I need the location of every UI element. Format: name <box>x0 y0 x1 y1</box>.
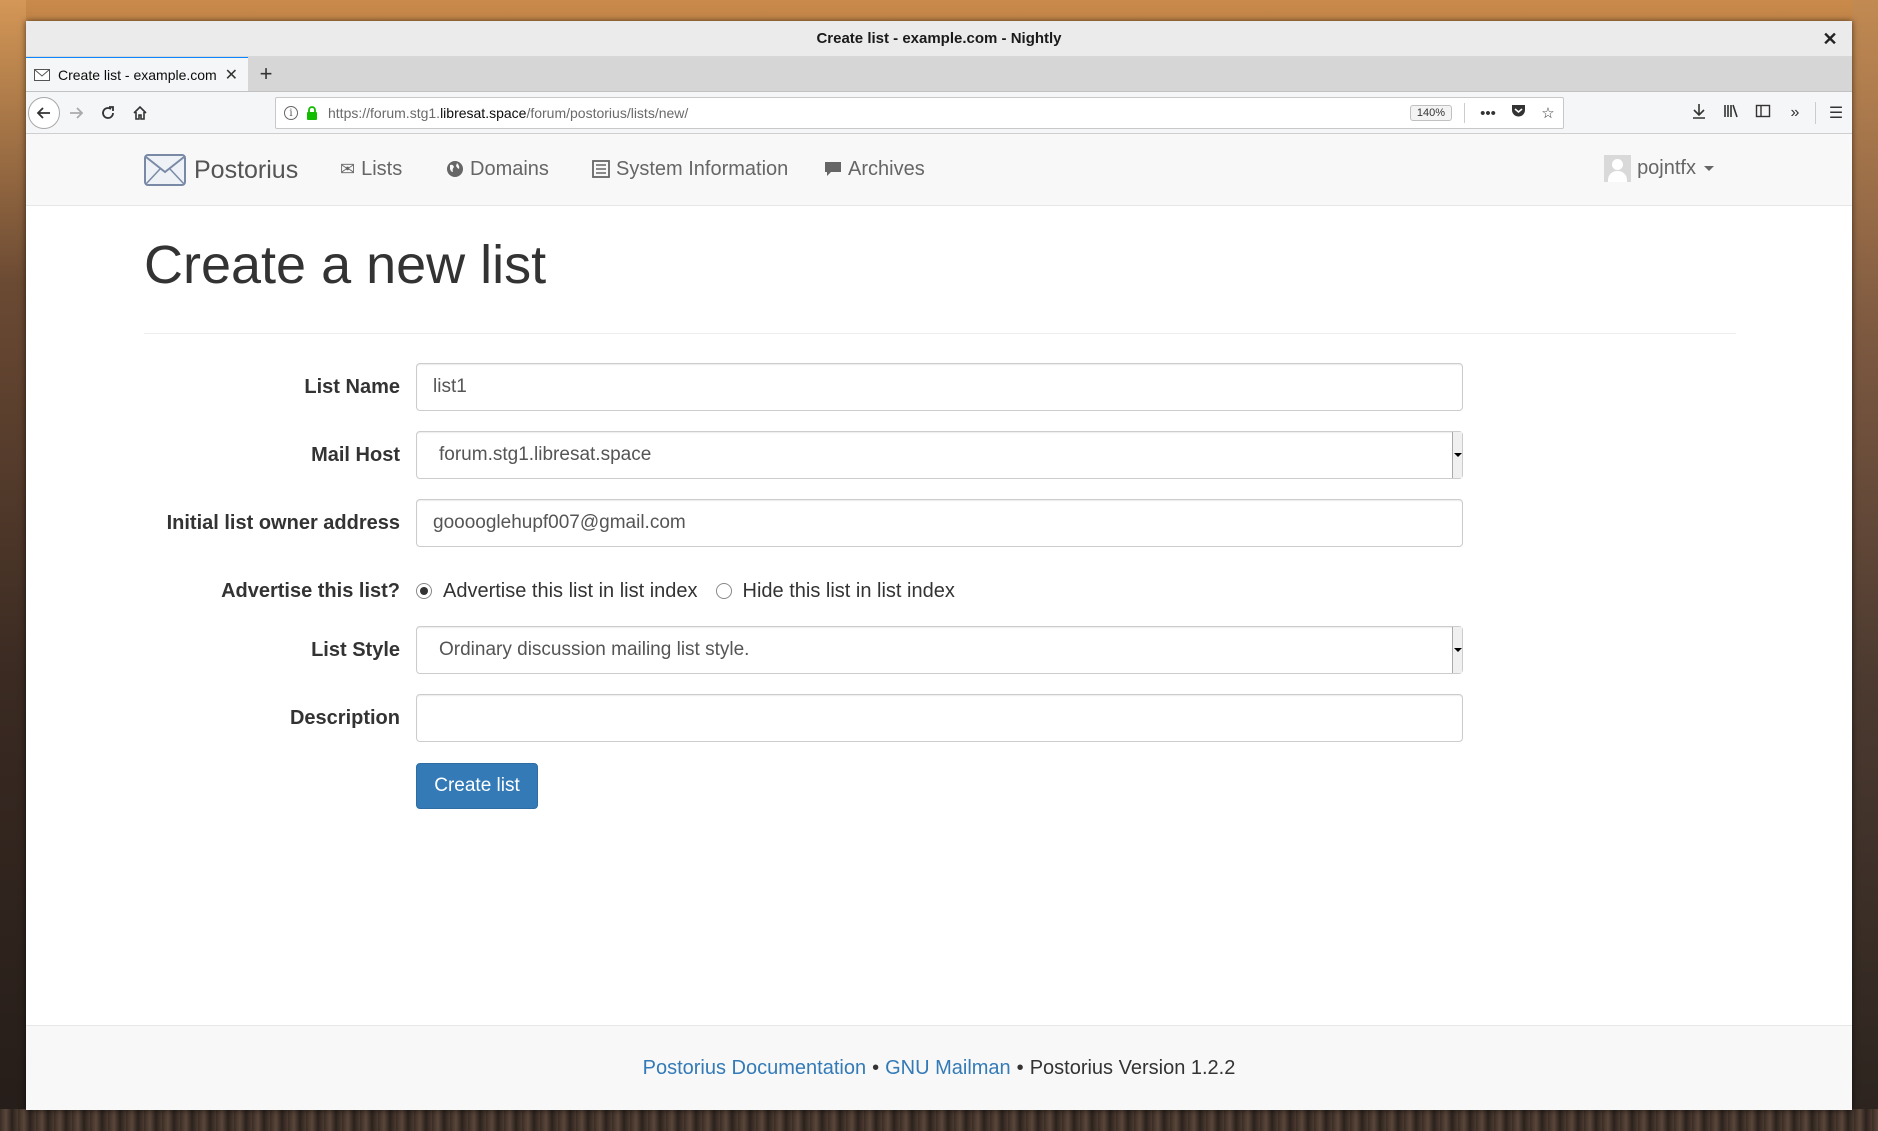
create-list-button[interactable]: Create list <box>416 763 538 809</box>
reload-button[interactable] <box>92 97 124 129</box>
postorius-docs-link[interactable]: Postorius Documentation <box>643 1057 866 1080</box>
url-text[interactable]: https://forum.stg1.libresat.space/forum/… <box>328 105 1410 121</box>
window-title: Create list - example.com - Nightly <box>816 30 1062 47</box>
list-alt-icon <box>592 160 610 178</box>
tab-close-icon[interactable]: ✕ <box>221 65 242 85</box>
tab-title: Create list - example.com <box>58 66 217 83</box>
nav-system-information-label: System Information <box>616 157 789 180</box>
advertise-radio[interactable] <box>416 583 432 599</box>
title-divider <box>144 333 1736 334</box>
url-prefix: https://forum.stg1. <box>328 105 441 121</box>
list-name-row: List Name list1 <box>26 363 1852 411</box>
desktop-background-right <box>1852 0 1878 1131</box>
footer-separator: • <box>872 1056 880 1079</box>
globe-icon <box>447 161 463 177</box>
brand-name: Postorius <box>194 155 299 184</box>
url-path: /forum/postorius/lists/new/ <box>526 105 689 121</box>
page-actions-icon[interactable]: ••• <box>1473 105 1503 122</box>
page-title: Create a new list <box>144 235 547 295</box>
list-style-row: List Style Ordinary discussion mailing l… <box>26 626 1852 674</box>
user-dropdown[interactable]: pojntfx <box>1604 152 1714 184</box>
nav-domains-label: Domains <box>470 157 549 180</box>
arrow-left-icon <box>36 106 50 119</box>
comment-icon <box>825 162 841 176</box>
lock-icon[interactable] <box>306 106 318 120</box>
back-button[interactable] <box>28 96 60 129</box>
toolbar-separator <box>1815 102 1816 124</box>
home-icon <box>133 105 147 120</box>
gnu-mailman-link[interactable]: GNU Mailman <box>885 1057 1011 1080</box>
hide-radio[interactable] <box>715 583 732 599</box>
arrow-right-icon <box>70 106 84 119</box>
downloads-icon[interactable] <box>1683 103 1715 124</box>
submit-row: Create list <box>26 763 1852 811</box>
desktop-background-bottom <box>0 1109 1878 1131</box>
select-arrow-icon[interactable] <box>1452 432 1462 478</box>
pocket-icon[interactable] <box>1503 104 1533 122</box>
reload-icon <box>102 105 114 119</box>
list-style-label: List Style <box>311 638 400 661</box>
list-name-label: List Name <box>304 375 400 398</box>
nav-archives-label: Archives <box>848 157 925 180</box>
desktop-background-left <box>0 0 26 1131</box>
owner-label: Initial list owner address <box>166 511 400 534</box>
avatar <box>1604 154 1632 182</box>
nav-archives[interactable]: Archives <box>824 154 925 184</box>
page-content: Postorius ✉ Lists Domains System Informa… <box>26 134 1852 1110</box>
postorius-version: Postorius Version 1.2.2 <box>1029 1056 1236 1079</box>
page-footer: Postorius Documentation • GNU Mailman • … <box>26 1025 1852 1110</box>
hamburger-menu-icon[interactable]: ☰ <box>1820 103 1852 123</box>
nav-lists[interactable]: ✉ Lists <box>340 154 402 184</box>
bookmark-star-icon[interactable]: ☆ <box>1533 104 1563 122</box>
footer-separator: • <box>1016 1056 1024 1079</box>
postorius-logo-icon <box>144 154 186 186</box>
zoom-badge[interactable]: 140% <box>1409 105 1452 121</box>
browser-toolbar: i https://forum.stg1.libresat.space/foru… <box>26 92 1852 134</box>
mail-host-select[interactable]: forum.stg1.libresat.space <box>416 431 1463 479</box>
advertise-row: Advertise this list? Advertise this list… <box>26 567 1852 615</box>
list-name-input[interactable]: list1 <box>416 363 1463 411</box>
tab-create-list[interactable]: Create list - example.com ✕ <box>26 56 248 91</box>
url-domain: libresat.space <box>440 105 527 121</box>
forward-button[interactable] <box>60 97 92 129</box>
tab-strip: Create list - example.com ✕ + <box>26 56 1852 92</box>
hide-radio-label[interactable]: Hide this list in list index <box>743 580 955 603</box>
info-icon[interactable]: i <box>284 106 298 120</box>
envelope-icon <box>34 68 50 81</box>
list-style-select[interactable]: Ordinary discussion mailing list style. <box>416 626 1463 674</box>
nav-domains[interactable]: Domains <box>446 154 549 184</box>
window-close-button[interactable]: ✕ <box>1818 27 1842 51</box>
username: pojntfx <box>1637 156 1696 179</box>
nav-system-information[interactable]: System Information <box>592 154 788 184</box>
mail-host-label: Mail Host <box>311 443 400 466</box>
owner-email-input[interactable]: gooooglehupf007@gmail.com <box>416 499 1463 547</box>
library-icon[interactable] <box>1715 103 1747 124</box>
advertise-radio-label[interactable]: Advertise this list in list index <box>443 580 698 603</box>
overflow-chevron-icon[interactable]: » <box>1779 104 1811 122</box>
description-label: Description <box>289 706 400 729</box>
envelope-icon: ✉ <box>340 158 356 179</box>
mail-host-row: Mail Host forum.stg1.libresat.space <box>26 431 1852 479</box>
advertise-label: Advertise this list? <box>221 579 400 602</box>
description-input[interactable] <box>416 694 1463 742</box>
window-titlebar: Create list - example.com - Nightly ✕ <box>26 21 1852 57</box>
description-row: Description <box>26 694 1852 742</box>
new-tab-button[interactable]: + <box>248 56 284 91</box>
list-style-value: Ordinary discussion mailing list style. <box>439 639 750 660</box>
mail-host-value: forum.stg1.libresat.space <box>439 444 652 465</box>
brand-link[interactable]: Postorius <box>144 152 298 188</box>
home-button[interactable] <box>124 97 156 129</box>
select-arrow-icon[interactable] <box>1452 627 1462 673</box>
sidebar-icon[interactable] <box>1747 103 1779 124</box>
nav-lists-label: Lists <box>361 157 403 180</box>
owner-row: Initial list owner address gooooglehupf0… <box>26 499 1852 547</box>
toolbar-right: » ☰ <box>1683 97 1852 129</box>
address-bar[interactable]: i https://forum.stg1.libresat.space/foru… <box>275 97 1564 129</box>
browser-window: Create list - example.com - Nightly ✕ Cr… <box>26 21 1852 1110</box>
url-separator <box>1464 103 1465 123</box>
advertise-radio-group: Advertise this list in list index Hide t… <box>416 567 973 615</box>
caret-down-icon <box>1704 165 1714 171</box>
site-navbar: Postorius ✉ Lists Domains System Informa… <box>26 134 1852 206</box>
